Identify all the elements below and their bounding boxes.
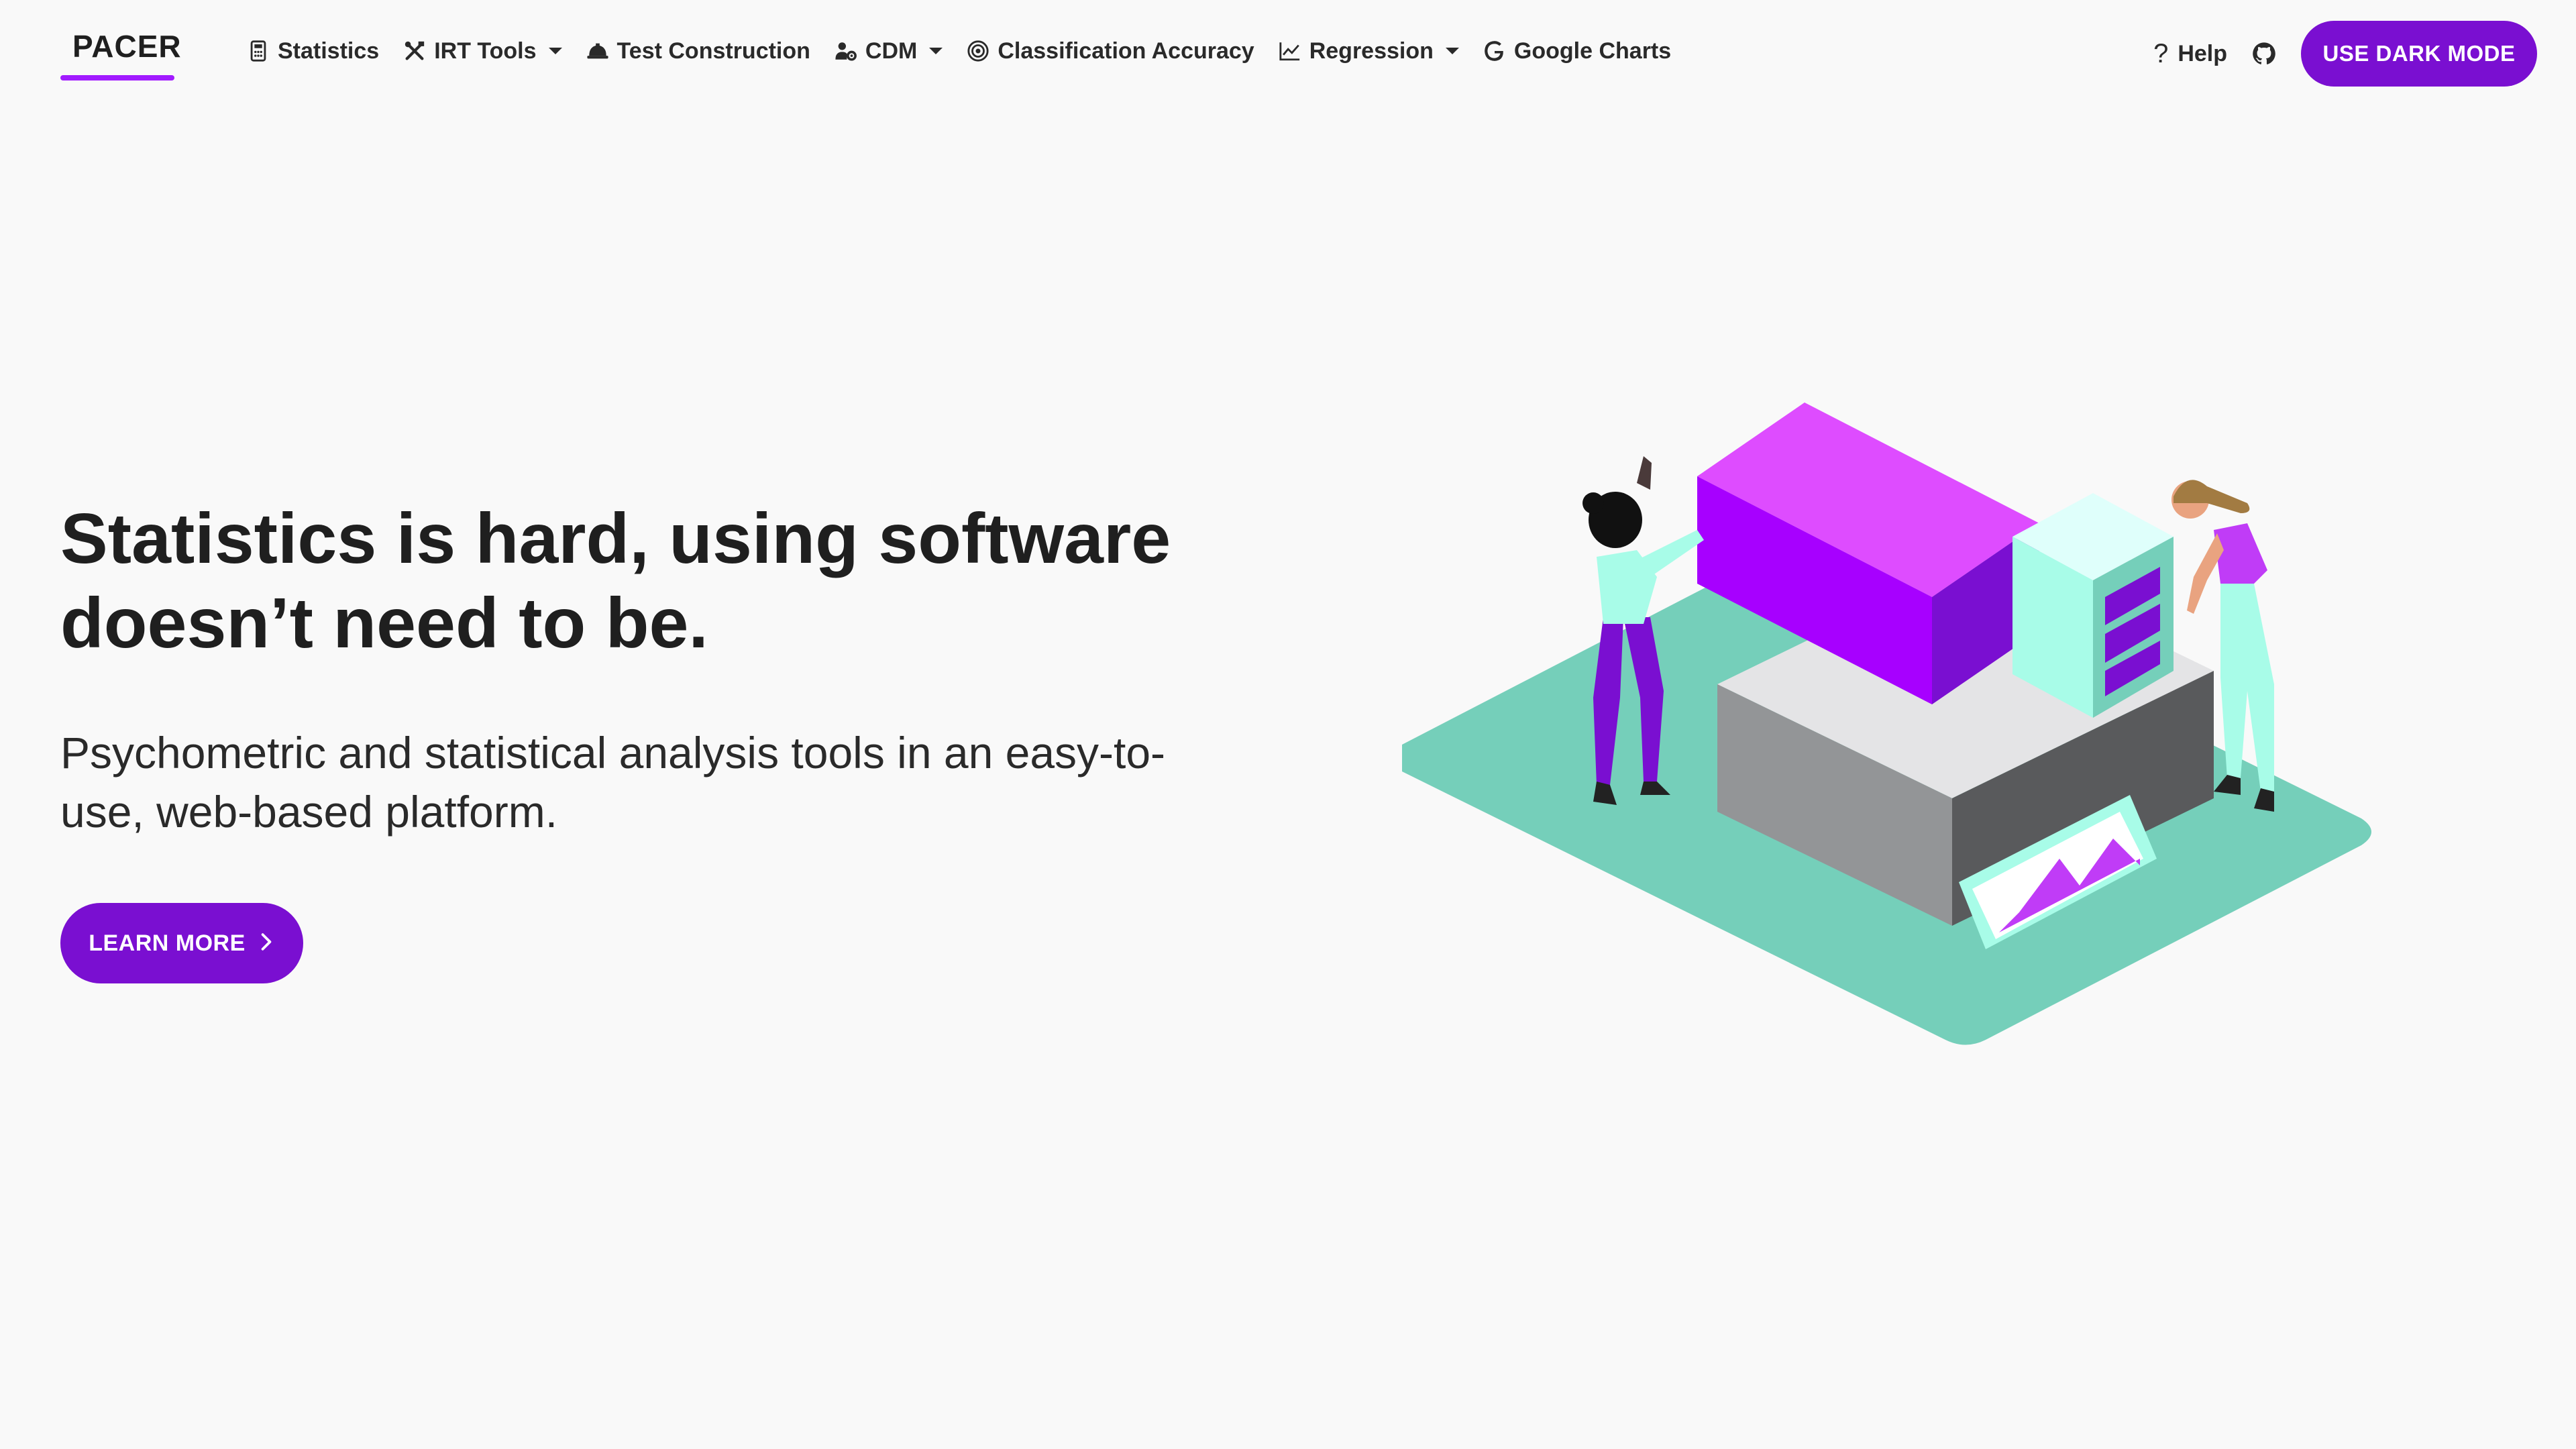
calculator-icon (247, 40, 270, 62)
nav-right-group: ? Help USE DARK MODE (2153, 21, 2537, 87)
dark-mode-button[interactable]: USE DARK MODE (2301, 21, 2537, 87)
help-link[interactable]: ? Help (2153, 39, 2227, 69)
line-chart-icon (1279, 40, 1301, 62)
nav-item-label: IRT Tools (434, 38, 537, 64)
hard-hat-icon (586, 40, 609, 62)
question-icon: ? (2153, 38, 2169, 68)
nav-item-label: Statistics (278, 38, 380, 64)
google-icon (1483, 40, 1506, 62)
hero-subtitle: Psychometric and statistical analysis to… (60, 728, 1166, 837)
tools-icon (403, 40, 426, 62)
nav-menu: Statistics IRT Tools Test Construction C… (247, 31, 1671, 71)
top-navbar: PACER Statistics IRT Tools Test Construc… (0, 0, 2576, 101)
isometric-illustration-svg (1395, 402, 2371, 1045)
learn-more-button[interactable]: LEARN MORE (60, 903, 303, 983)
nav-item-label: Test Construction (616, 38, 810, 64)
person-right-torso (2214, 523, 2267, 590)
chevron-down-icon (1445, 48, 1459, 54)
brand-active-underline (60, 75, 174, 80)
github-icon (2251, 41, 2277, 66)
nav-item-cdm[interactable]: CDM (835, 38, 943, 64)
brand-logo[interactable]: PACER (60, 28, 194, 82)
hero-illustration (1395, 376, 2435, 1073)
github-link[interactable] (2251, 41, 2277, 66)
nav-item-label: Classification Accuracy (998, 38, 1254, 64)
learn-more-label: LEARN MORE (89, 930, 246, 956)
target-icon (967, 40, 989, 62)
help-label: Help (2178, 40, 2227, 66)
nav-item-irt-tools[interactable]: IRT Tools (403, 38, 562, 64)
chevron-down-icon (929, 48, 943, 54)
hero-title: Statistics is hard, using software doesn… (60, 499, 1171, 663)
nav-item-google-charts[interactable]: Google Charts (1483, 38, 1671, 64)
nav-item-label: Regression (1309, 38, 1434, 64)
nav-item-label: CDM (865, 38, 918, 64)
chevron-right-icon (258, 930, 275, 957)
users-cog-icon (835, 40, 857, 62)
nav-item-classification-accuracy[interactable]: Classification Accuracy (967, 38, 1254, 64)
person-right-legs (2220, 584, 2274, 792)
nav-item-regression[interactable]: Regression (1279, 38, 1459, 64)
nav-item-test-construction[interactable]: Test Construction (586, 38, 810, 64)
chevron-down-icon (548, 48, 562, 54)
nav-item-statistics[interactable]: Statistics (247, 38, 379, 64)
nav-item-label: Google Charts (1513, 38, 1672, 64)
